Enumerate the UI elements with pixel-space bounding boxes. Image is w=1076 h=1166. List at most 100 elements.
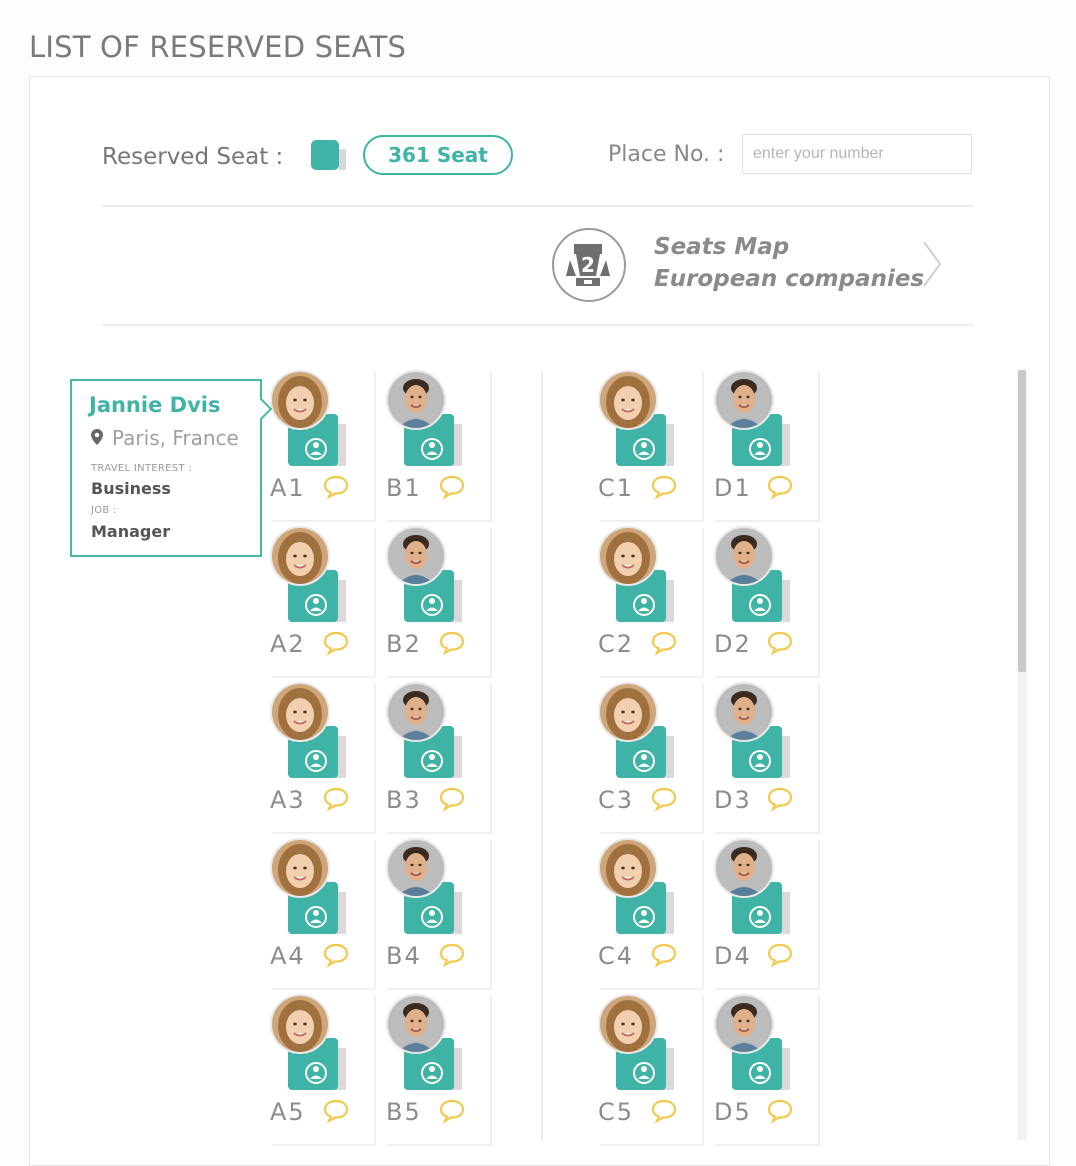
chat-bubble-icon[interactable] xyxy=(438,1098,466,1124)
seat-d2[interactable]: D2 xyxy=(714,526,818,676)
page-title: LIST OF RESERVED SEATS xyxy=(29,30,407,64)
chat-bubble-icon[interactable] xyxy=(322,1098,350,1124)
seat-a1[interactable]: A1 xyxy=(270,370,374,520)
seat-a4[interactable]: A4 xyxy=(270,838,374,988)
passenger-avatar[interactable] xyxy=(270,370,330,430)
seat-label: A5 xyxy=(270,1098,306,1126)
passenger-location: Paris, France xyxy=(112,426,239,450)
passenger-avatar[interactable] xyxy=(386,682,446,742)
chat-bubble-icon[interactable] xyxy=(438,942,466,968)
seat-label: B4 xyxy=(386,942,422,970)
chat-bubble-icon[interactable] xyxy=(322,474,350,500)
passenger-tooltip: Jannie Dvis Paris, France TRAVEL INTERES… xyxy=(70,379,262,557)
svg-text:2: 2 xyxy=(581,253,595,277)
chat-bubble-icon[interactable] xyxy=(438,630,466,656)
seat-label: B5 xyxy=(386,1098,422,1126)
seat-label: C1 xyxy=(598,474,635,502)
passenger-avatar[interactable] xyxy=(714,370,774,430)
seat-label: B3 xyxy=(386,786,422,814)
seat-label: D2 xyxy=(714,630,752,658)
passenger-avatar[interactable] xyxy=(270,682,330,742)
chat-bubble-icon[interactable] xyxy=(766,942,794,968)
seat-label: D4 xyxy=(714,942,752,970)
toolbar: Reserved Seat : 361 Seat Place No. : xyxy=(102,130,974,180)
chat-bubble-icon[interactable] xyxy=(650,474,678,500)
passenger-avatar[interactable] xyxy=(386,526,446,586)
chat-bubble-icon[interactable] xyxy=(650,630,678,656)
travel-interest-value: Business xyxy=(91,479,171,498)
passenger-avatar[interactable] xyxy=(270,838,330,898)
passenger-avatar[interactable] xyxy=(598,994,658,1054)
seat-count-badge: 361 Seat xyxy=(363,135,513,175)
seat-a3[interactable]: A3 xyxy=(270,682,374,832)
seat-d5[interactable]: D5 xyxy=(714,994,818,1144)
job-value: Manager xyxy=(91,522,171,541)
passenger-avatar[interactable] xyxy=(386,994,446,1054)
chat-bubble-icon[interactable] xyxy=(438,474,466,500)
place-number-label: Place No. : xyxy=(608,142,725,167)
chat-bubble-icon[interactable] xyxy=(650,942,678,968)
seat-label: C4 xyxy=(598,942,635,970)
passenger-avatar[interactable] xyxy=(598,526,658,586)
passenger-avatar[interactable] xyxy=(386,370,446,430)
seat-b1[interactable]: B1 xyxy=(386,370,490,520)
seat-label: A1 xyxy=(270,474,306,502)
chat-bubble-icon[interactable] xyxy=(650,786,678,812)
seat-label: D1 xyxy=(714,474,752,502)
seat-label: D5 xyxy=(714,1098,752,1126)
passenger-avatar[interactable] xyxy=(270,994,330,1054)
seat-b5[interactable]: B5 xyxy=(386,994,490,1144)
passenger-name: Jannie Dvis xyxy=(89,393,221,417)
passenger-avatar[interactable] xyxy=(598,682,658,742)
seat-label: A3 xyxy=(270,786,306,814)
chat-bubble-icon[interactable] xyxy=(650,1098,678,1124)
seat-a2[interactable]: A2 xyxy=(270,526,374,676)
seat-c1[interactable]: C1 xyxy=(598,370,702,520)
chat-bubble-icon[interactable] xyxy=(438,786,466,812)
seat-label: D3 xyxy=(714,786,752,814)
chevron-right-icon xyxy=(923,241,942,287)
passenger-avatar[interactable] xyxy=(714,526,774,586)
job-label: JOB : xyxy=(91,505,117,516)
seat-label: C5 xyxy=(598,1098,635,1126)
seat-c4[interactable]: C4 xyxy=(598,838,702,988)
seat-b3[interactable]: B3 xyxy=(386,682,490,832)
seat-c5[interactable]: C5 xyxy=(598,994,702,1144)
passenger-avatar[interactable] xyxy=(270,526,330,586)
divider xyxy=(102,324,974,326)
seat-label: C2 xyxy=(598,630,635,658)
reserved-seat-label: Reserved Seat : xyxy=(102,144,284,170)
chat-bubble-icon[interactable] xyxy=(322,630,350,656)
seat-d3[interactable]: D3 xyxy=(714,682,818,832)
seat-a5[interactable]: A5 xyxy=(270,994,374,1144)
chat-bubble-icon[interactable] xyxy=(766,474,794,500)
seat-d4[interactable]: D4 xyxy=(714,838,818,988)
seat-label: A4 xyxy=(270,942,306,970)
chat-bubble-icon[interactable] xyxy=(766,786,794,812)
chat-bubble-icon[interactable] xyxy=(766,630,794,656)
chat-bubble-icon[interactable] xyxy=(322,942,350,968)
chat-bubble-icon[interactable] xyxy=(322,786,350,812)
seat-c2[interactable]: C2 xyxy=(598,526,702,676)
seat-b4[interactable]: B4 xyxy=(386,838,490,988)
passenger-avatar[interactable] xyxy=(598,370,658,430)
seat-label: B1 xyxy=(386,474,422,502)
seats-map-subtitle: European companies xyxy=(654,266,925,292)
seat-label: B2 xyxy=(386,630,422,658)
passenger-avatar[interactable] xyxy=(598,838,658,898)
seat-d1[interactable]: D1 xyxy=(714,370,818,520)
seat-legend-icon xyxy=(311,140,346,170)
place-number-input[interactable] xyxy=(742,134,972,174)
scrollbar-thumb[interactable] xyxy=(1018,370,1026,672)
seat-b2[interactable]: B2 xyxy=(386,526,490,676)
chat-bubble-icon[interactable] xyxy=(766,1098,794,1124)
seat-label: A2 xyxy=(270,630,306,658)
passenger-avatar[interactable] xyxy=(714,682,774,742)
seats-map-title: Seats Map xyxy=(654,234,790,260)
passenger-avatar[interactable] xyxy=(386,838,446,898)
passenger-avatar[interactable] xyxy=(714,994,774,1054)
seat-c3[interactable]: C3 xyxy=(598,682,702,832)
passenger-avatar[interactable] xyxy=(714,838,774,898)
seats-map-link[interactable]: 2 Seats Map European companies xyxy=(550,226,950,306)
aisle-divider xyxy=(541,370,543,1140)
